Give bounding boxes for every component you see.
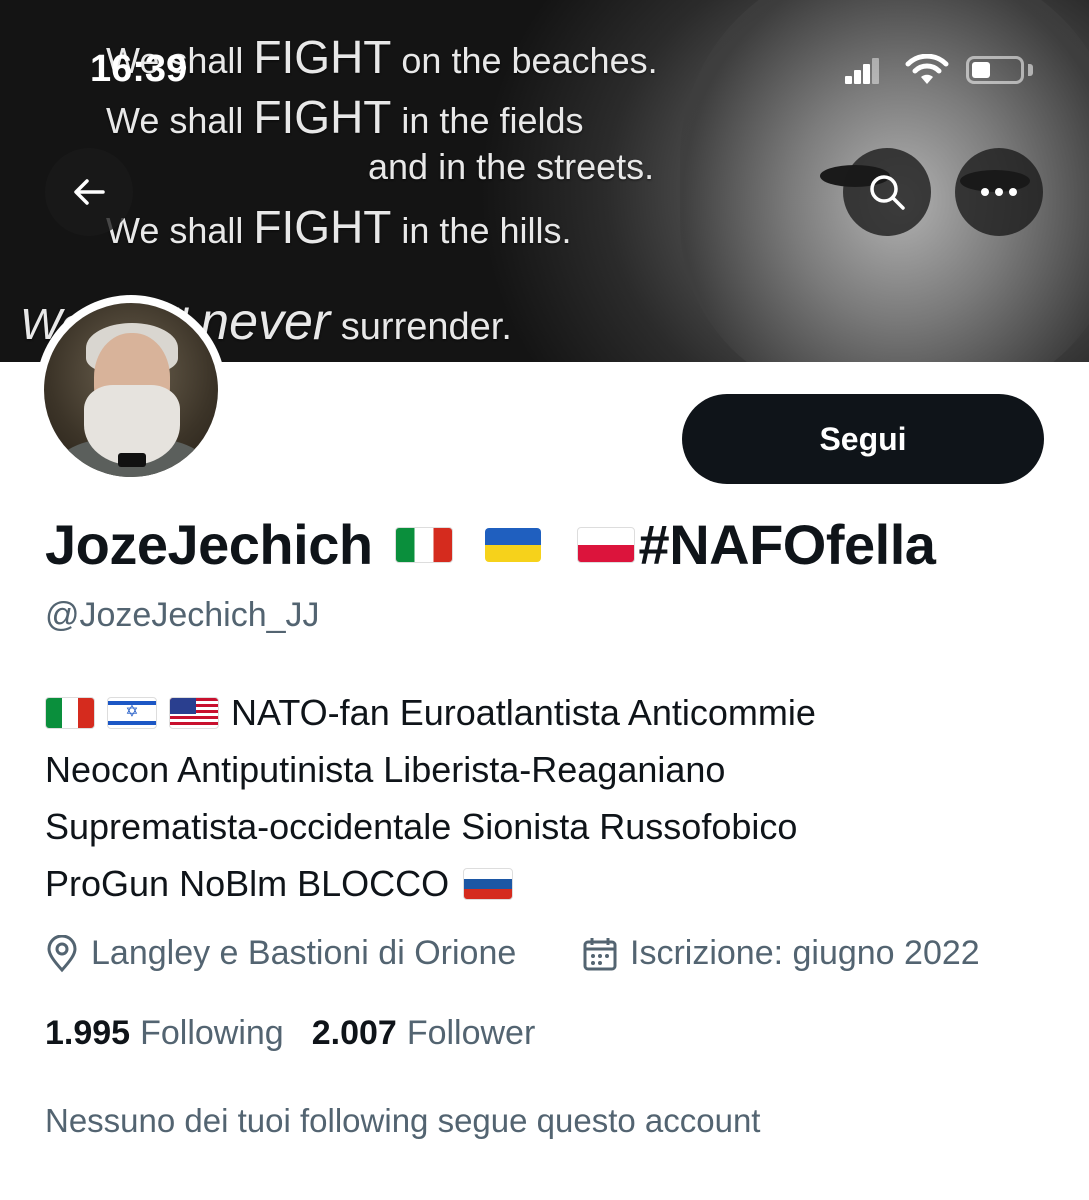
status-time: 16:39 (90, 48, 188, 90)
signal-icon (845, 58, 881, 84)
followers-link[interactable]: 2.007 Follower (312, 1014, 536, 1053)
banner-quote-line: We shall FIGHT in the fields (106, 91, 584, 143)
back-button[interactable] (45, 148, 133, 236)
profile-avatar[interactable] (36, 295, 226, 485)
poland-flag-icon (576, 526, 635, 563)
search-icon (870, 175, 905, 210)
more-options-button[interactable] (955, 148, 1043, 236)
bio-line: Suprematista-occidentale Sionista Russof… (45, 806, 798, 847)
battery-icon (966, 56, 1024, 84)
mutual-followers-text: Nessuno dei tuoi following segue questo … (45, 1102, 761, 1139)
display-name: JozeJechich #NAFOfella (45, 513, 936, 576)
follow-counts: 1.995 Following 2.007 Follower (45, 1014, 563, 1053)
wifi-icon (905, 54, 949, 84)
following-link[interactable]: 1.995 Following (45, 1014, 284, 1053)
italy-flag-icon (45, 696, 95, 729)
calendar-icon (583, 937, 617, 970)
profile-location: Langley e Bastioni di Orione (45, 934, 516, 973)
search-button[interactable] (843, 148, 931, 236)
banner-quote-line: We shall FIGHT in the hills. (106, 201, 572, 253)
profile-join-date: Iscrizione: giugno 2022 (582, 934, 980, 973)
usa-flag-icon (169, 696, 219, 729)
battery-tip (1028, 64, 1033, 76)
banner-quote-line: We shall FIGHT on the beaches. (106, 31, 658, 83)
israel-flag-icon: ✡ (107, 696, 157, 729)
bio-line: ProGun NoBlm BLOCCO (45, 855, 1045, 912)
russia-flag-icon (463, 867, 514, 900)
follow-button[interactable]: Segui (682, 394, 1044, 484)
bio-line: ✡ NATO-fan Euroatlantista Anticommie (45, 684, 1045, 741)
profile-bio: ✡ NATO-fan Euroatlantista Anticommie Neo… (45, 684, 1045, 912)
banner-quote-line: and in the streets. (368, 146, 655, 187)
ukraine-flag-icon (484, 527, 541, 562)
italy-flag-icon (394, 526, 453, 563)
bio-line: Neocon Antiputinista Liberista-Reaganian… (45, 749, 726, 790)
location-pin-icon (47, 934, 77, 972)
back-arrow-icon (74, 179, 105, 205)
user-handle: @JozeJechich_JJ (45, 596, 320, 634)
avatar-image (44, 303, 218, 477)
more-icon (981, 188, 1017, 196)
